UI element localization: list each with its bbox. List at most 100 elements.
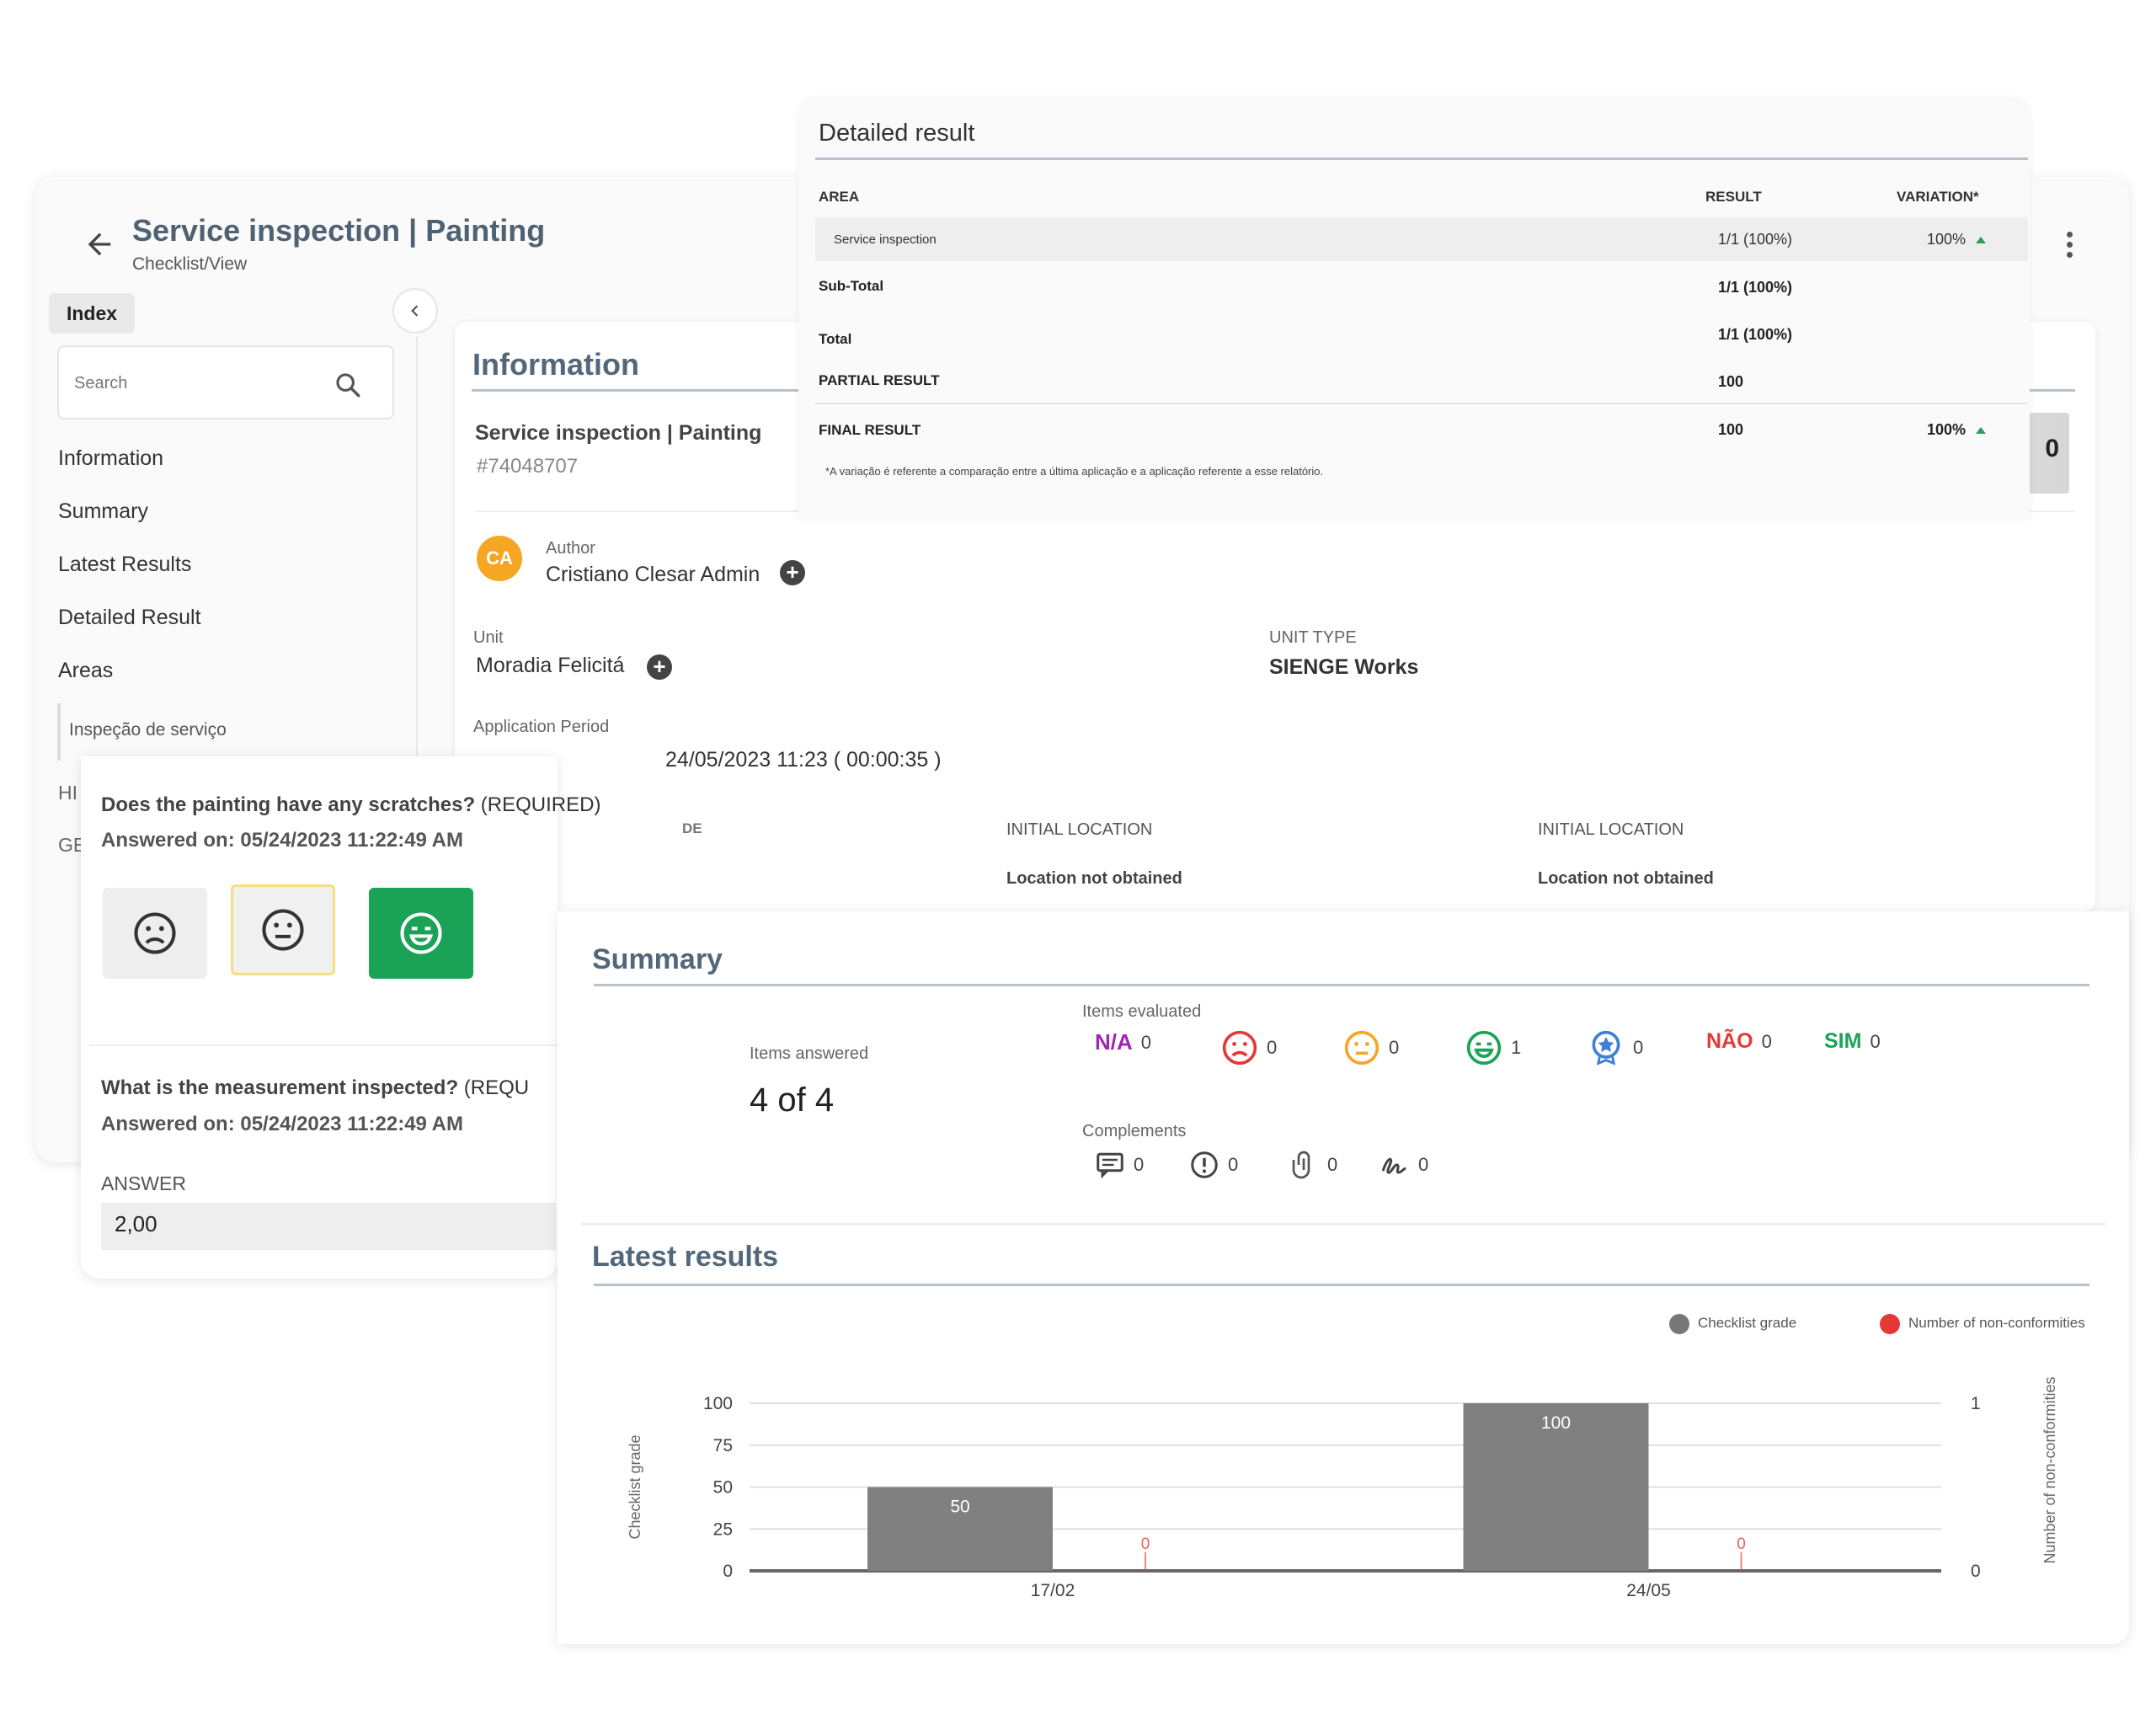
sub-area-indicator bbox=[57, 703, 61, 761]
trend-up-icon bbox=[1976, 237, 1987, 244]
breadcrumb: Checklist/View bbox=[132, 254, 248, 274]
summary-divider bbox=[581, 1223, 2105, 1226]
unit-type-label: UNIT TYPE bbox=[1269, 628, 1357, 647]
initial-location-label-2: INITIAL LOCATION bbox=[1538, 820, 1684, 839]
legend-grey-dot bbox=[1669, 1314, 1689, 1334]
happy-face-icon bbox=[1466, 1030, 1502, 1065]
y-tick-label: 100 bbox=[703, 1394, 733, 1413]
question-1: Does the painting have any scratches? (R… bbox=[101, 793, 600, 817]
total-result: 1/1 (100%) bbox=[1718, 326, 1793, 343]
neutral-face-icon bbox=[1344, 1030, 1380, 1065]
complement-alerts: 0 bbox=[1189, 1150, 1238, 1180]
na-icon: N/A bbox=[1095, 1029, 1133, 1055]
y-tick-label: 50 bbox=[713, 1478, 733, 1498]
sidebar-divider bbox=[416, 337, 418, 758]
chevron-left-icon bbox=[411, 305, 419, 317]
sidebar-item-areas[interactable]: Areas bbox=[58, 659, 113, 683]
x-tick-label: 24/05 bbox=[1626, 1581, 1671, 1600]
nonconformity-data-label: 0 bbox=[1141, 1535, 1150, 1553]
neutral-option-button[interactable] bbox=[231, 884, 335, 975]
final-variation: 100% bbox=[1927, 421, 1987, 439]
stat-happy: 1 bbox=[1465, 1029, 1521, 1066]
legend-label-grade: Checklist grade bbox=[1698, 1315, 1797, 1332]
complements-label: Complements bbox=[1082, 1122, 1187, 1140]
stat-neutral: 0 bbox=[1343, 1029, 1399, 1066]
question-1-required: (REQUIRED) bbox=[475, 793, 601, 816]
initial-location-value-1: Location not obtained bbox=[1006, 869, 1182, 888]
unit-type-value: SIENGE Works bbox=[1269, 655, 1419, 679]
row-variation-value: 100% bbox=[1927, 231, 1967, 248]
row-variation: 100% bbox=[1927, 231, 1987, 248]
legend-non-conformities: Number of non-conformities bbox=[1880, 1314, 2085, 1334]
col-result: RESULT bbox=[1705, 189, 1762, 205]
y2-axis-title: Number of non-conformities bbox=[2041, 1376, 2058, 1563]
collapse-sidebar-button[interactable] bbox=[392, 288, 438, 334]
sidebar-item-latest-results[interactable]: Latest Results bbox=[58, 553, 191, 577]
neutral-face-icon bbox=[262, 909, 304, 951]
alert-icon bbox=[1191, 1151, 1218, 1178]
question-1-text: Does the painting have any scratches? bbox=[101, 793, 476, 816]
search-icon[interactable] bbox=[334, 371, 362, 399]
stat-neutral-count: 0 bbox=[1389, 1037, 1400, 1058]
sidebar-item-detailed-result[interactable]: Detailed Result bbox=[58, 606, 201, 630]
partial-column-label: DE bbox=[682, 820, 702, 836]
author-name: Cristiano Clesar Admin bbox=[546, 563, 760, 586]
bar-data-label: 100 bbox=[1541, 1413, 1571, 1433]
answer-field[interactable]: 2,00 bbox=[101, 1203, 556, 1250]
subtotal-result: 1/1 (100%) bbox=[1718, 279, 1793, 296]
summary-title: Summary bbox=[592, 943, 723, 975]
nonconformity-data-label: 0 bbox=[1737, 1535, 1746, 1553]
initial-location-value-2: Location not obtained bbox=[1538, 869, 1714, 888]
question-2-required: (REQU bbox=[458, 1076, 530, 1099]
info-box-value: 0 bbox=[2045, 435, 2059, 462]
question-2-text: What is the measurement inspected? bbox=[101, 1076, 459, 1099]
complement-alerts-count: 0 bbox=[1228, 1154, 1239, 1175]
sim-icon: SIM bbox=[1824, 1029, 1862, 1053]
add-author-icon[interactable]: + bbox=[780, 560, 805, 585]
final-variation-value: 100% bbox=[1927, 421, 1967, 438]
final-divider bbox=[815, 403, 2028, 404]
happy-option-button[interactable] bbox=[369, 888, 473, 979]
paperclip-icon bbox=[1292, 1151, 1310, 1179]
col-variation: VARIATION* bbox=[1897, 189, 1979, 205]
comment-icon bbox=[1097, 1152, 1123, 1179]
y2-tick-label: 1 bbox=[1971, 1394, 1981, 1413]
complement-attachments: 0 bbox=[1289, 1150, 1337, 1180]
stat-nao: NÃO 0 bbox=[1706, 1029, 1772, 1054]
latest-results-title: Latest results bbox=[592, 1241, 779, 1273]
y-axis-title: Checklist grade bbox=[627, 1434, 643, 1539]
complement-signatures-count: 0 bbox=[1418, 1154, 1429, 1175]
complement-attachments-count: 0 bbox=[1327, 1154, 1338, 1175]
initial-location-label-1: INITIAL LOCATION bbox=[1006, 820, 1153, 839]
back-arrow-icon[interactable] bbox=[83, 227, 116, 261]
more-options-icon[interactable] bbox=[2063, 232, 2075, 265]
summary-rule bbox=[594, 984, 2089, 986]
sidebar-item-information[interactable]: Information bbox=[58, 446, 163, 471]
sidebar-subitem-area[interactable]: Inspeção de serviço bbox=[69, 720, 227, 740]
items-evaluated-label: Items evaluated bbox=[1082, 1002, 1202, 1021]
subtotal-label: Sub-Total bbox=[819, 278, 884, 294]
add-unit-icon[interactable]: + bbox=[647, 654, 672, 680]
sad-face-icon bbox=[134, 912, 176, 954]
table-row[interactable] bbox=[815, 217, 2028, 261]
avatar: CA bbox=[477, 536, 522, 581]
answer-label: ANSWER bbox=[101, 1172, 186, 1194]
question-2-answered: Answered on: 05/24/2023 11:22:49 AM bbox=[101, 1113, 463, 1135]
information-title: Information bbox=[472, 347, 639, 382]
trend-up-icon bbox=[1976, 427, 1987, 435]
search-placeholder: Search bbox=[74, 374, 128, 393]
sidebar-item-summary[interactable]: Summary bbox=[58, 499, 148, 524]
search-input[interactable]: Search bbox=[57, 345, 394, 419]
question-divider bbox=[89, 1044, 558, 1046]
index-tab[interactable]: Index bbox=[49, 293, 135, 334]
row-area: Service inspection bbox=[834, 232, 937, 247]
final-result-value: 100 bbox=[1718, 421, 1744, 438]
page-title: Service inspection | Painting bbox=[132, 213, 546, 248]
legend-red-dot bbox=[1880, 1314, 1900, 1334]
sidebar-item-partial-1[interactable]: HI bbox=[58, 782, 77, 804]
award-badge-icon bbox=[1592, 1030, 1620, 1065]
stat-award-count: 0 bbox=[1633, 1037, 1644, 1058]
stat-na: N/A 0 bbox=[1095, 1029, 1151, 1055]
sad-option-button[interactable] bbox=[103, 888, 207, 979]
legend-label-nonconf: Number of non-conformities bbox=[1908, 1315, 2085, 1332]
